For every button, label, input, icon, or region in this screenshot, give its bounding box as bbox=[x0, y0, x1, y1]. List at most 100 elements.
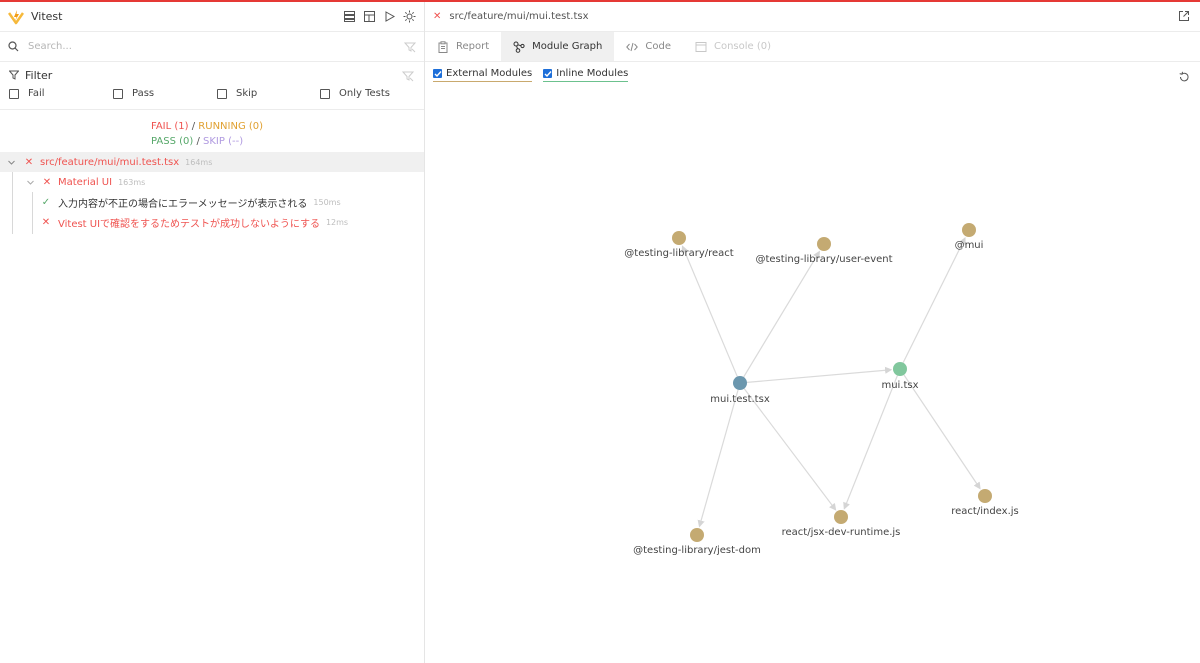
graph-node[interactable]: @mui bbox=[955, 223, 984, 251]
pass-checkbox[interactable] bbox=[113, 88, 123, 99]
search-icon bbox=[8, 41, 19, 52]
filter-options: Fail Pass Skip Only Tests bbox=[9, 88, 415, 99]
skip-checkbox[interactable] bbox=[217, 88, 227, 99]
file-header: ✕ src/feature/mui/mui.test.tsx bbox=[425, 2, 1200, 32]
external-modules-label: External Modules bbox=[446, 68, 533, 79]
inline-modules-label: Inline Modules bbox=[556, 68, 629, 79]
tab-module-graph-label: Module Graph bbox=[532, 41, 603, 52]
fail-x-icon: ✕ bbox=[42, 176, 52, 188]
graph-edge bbox=[681, 245, 738, 377]
tree-suite-row[interactable]: ✕ Material UI 163ms bbox=[0, 172, 424, 192]
graph-node-circle[interactable] bbox=[672, 231, 686, 245]
graph-node[interactable]: @testing-library/user-event bbox=[755, 237, 893, 265]
filter-fail-label: Fail bbox=[28, 88, 45, 99]
pass-check-icon: ✓ bbox=[41, 196, 51, 208]
suite-name: Material UI bbox=[58, 176, 113, 188]
graph-edge bbox=[903, 374, 981, 490]
app-title: Vitest bbox=[31, 10, 63, 23]
clipboard-icon bbox=[438, 40, 448, 53]
graph-node[interactable]: @testing-library/react bbox=[624, 231, 734, 259]
graph-node-circle[interactable] bbox=[978, 489, 992, 503]
graph-edge bbox=[743, 250, 820, 378]
sidebar-header: Vitest bbox=[0, 2, 424, 32]
graph-node-label: @testing-library/jest-dom bbox=[633, 545, 761, 556]
graph-node[interactable]: react/jsx-dev-runtime.js bbox=[782, 510, 901, 538]
graph-node-label: @mui bbox=[955, 240, 984, 251]
reset-graph-icon[interactable] bbox=[1178, 71, 1190, 83]
test-summary: FAIL (1) / RUNNING (0) PASS (0) / SKIP (… bbox=[151, 119, 263, 149]
console-icon bbox=[695, 41, 707, 52]
dashboard-icon[interactable] bbox=[363, 10, 376, 23]
sidebar-toolbar bbox=[343, 10, 416, 23]
fail-checkbox[interactable] bbox=[9, 88, 19, 99]
filter-header: Filter bbox=[9, 68, 415, 82]
external-modules-checkbox[interactable] bbox=[433, 69, 442, 78]
open-external-icon[interactable] bbox=[1178, 10, 1190, 22]
tab-module-graph[interactable]: Module Graph bbox=[501, 32, 615, 61]
summary-fail: FAIL (1) bbox=[151, 121, 189, 132]
tree-file-row[interactable]: ✕ src/feature/mui/mui.test.tsx 164ms bbox=[0, 152, 424, 172]
collapse-icon[interactable] bbox=[343, 10, 356, 23]
clear-filter-icon[interactable] bbox=[404, 41, 416, 53]
tab-code-label: Code bbox=[645, 41, 671, 52]
filter-pass-label: Pass bbox=[132, 88, 155, 99]
graph-node-circle[interactable] bbox=[690, 528, 704, 542]
theme-icon[interactable] bbox=[403, 10, 416, 23]
file-name: src/feature/mui/mui.test.tsx bbox=[40, 156, 180, 168]
graph-node-circle[interactable] bbox=[817, 237, 831, 251]
graph-node[interactable]: mui.tsx bbox=[881, 362, 919, 391]
graph-node-circle[interactable] bbox=[834, 510, 848, 524]
external-modules-toggle[interactable]: External Modules bbox=[433, 68, 533, 82]
graph-node-label: react/jsx-dev-runtime.js bbox=[782, 527, 901, 538]
tab-console-label: Console (0) bbox=[713, 41, 772, 52]
filter-only-tests[interactable]: Only Tests bbox=[320, 88, 390, 99]
search-input[interactable] bbox=[28, 41, 404, 52]
suite-duration: 163ms bbox=[118, 177, 146, 187]
graph-edge bbox=[743, 388, 837, 511]
graph-node[interactable]: mui.test.tsx bbox=[710, 376, 770, 405]
summary-skip: SKIP (--) bbox=[203, 136, 244, 147]
play-icon[interactable] bbox=[383, 10, 396, 23]
fail-x-icon: ✕ bbox=[41, 216, 51, 228]
graph-node[interactable]: react/index.js bbox=[951, 489, 1019, 517]
filter-panel: Filter Fail Pass Skip Only Tests bbox=[0, 62, 424, 110]
graph-node-label: react/index.js bbox=[951, 506, 1019, 517]
graph-edge bbox=[902, 236, 966, 363]
summary-running: RUNNING (0) bbox=[198, 121, 264, 132]
graph-node-circle[interactable] bbox=[733, 376, 747, 390]
filter-icon bbox=[9, 70, 19, 80]
graph-node-label: @testing-library/user-event bbox=[755, 254, 892, 265]
tab-bar: Report Module Graph Code Console (0) bbox=[425, 32, 1200, 62]
fail-x-icon: ✕ bbox=[24, 156, 34, 168]
only-tests-checkbox[interactable] bbox=[320, 88, 330, 99]
graph-edge bbox=[843, 375, 898, 510]
graph-node-label: mui.test.tsx bbox=[710, 394, 770, 405]
graph-icon bbox=[513, 41, 525, 53]
graph-node-label: mui.tsx bbox=[881, 380, 918, 391]
tab-report[interactable]: Report bbox=[425, 32, 501, 61]
clear-filter-options-icon[interactable] bbox=[402, 70, 414, 82]
inline-modules-toggle[interactable]: Inline Modules bbox=[543, 68, 629, 82]
fail-x-icon: ✕ bbox=[433, 11, 442, 22]
filter-pass[interactable]: Pass bbox=[113, 88, 217, 99]
graph-controls: External Modules Inline Modules bbox=[425, 62, 1200, 88]
tab-report-label: Report bbox=[456, 41, 490, 52]
inline-modules-checkbox[interactable] bbox=[543, 69, 553, 78]
tree-test-row[interactable]: ✓ 入力内容が不正の場合にエラーメッセージが表示される 150ms bbox=[0, 192, 424, 212]
graph-node-label: @testing-library/react bbox=[624, 248, 733, 259]
sidebar: Vitest Filter Fail Pass bbox=[0, 2, 425, 663]
filter-title: Filter bbox=[25, 68, 53, 82]
summary-separator: / bbox=[191, 121, 196, 132]
tab-console[interactable]: Console (0) bbox=[683, 32, 783, 61]
tree-test-row[interactable]: ✕ Vitest UIで確認をするためテストが成功しないようにする 12ms bbox=[0, 212, 424, 232]
tab-code[interactable]: Code bbox=[614, 32, 683, 61]
module-graph: mui.test.tsx mui.tsx @testing-library/reac… bbox=[624, 223, 1019, 556]
graph-node-circle[interactable] bbox=[893, 362, 907, 376]
filter-fail[interactable]: Fail bbox=[9, 88, 113, 99]
chevron-down-icon[interactable] bbox=[26, 178, 35, 187]
chevron-down-icon[interactable] bbox=[7, 158, 16, 167]
graph-node-circle[interactable] bbox=[962, 223, 976, 237]
filter-skip[interactable]: Skip bbox=[217, 88, 320, 99]
graph-node[interactable]: @testing-library/jest-dom bbox=[633, 528, 761, 556]
file-path: src/feature/mui/mui.test.tsx bbox=[449, 11, 589, 22]
